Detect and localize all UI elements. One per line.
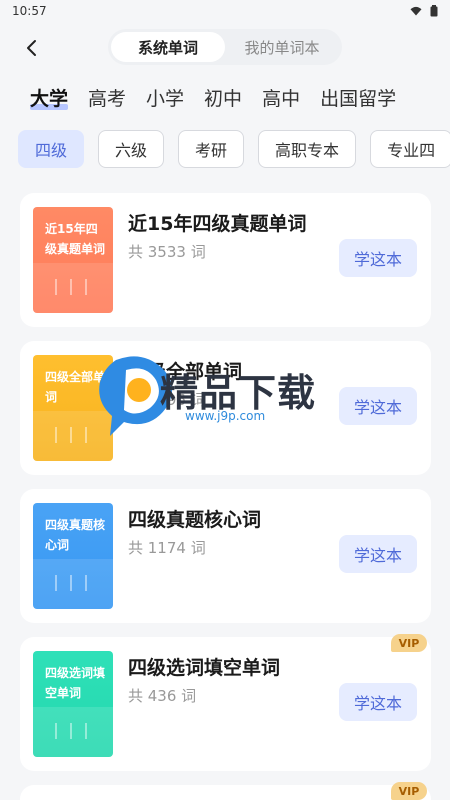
level-tab-junior[interactable]: 初中 [204,84,242,111]
wordbook-count: 共 1174 词 [128,539,206,557]
cover-title: 四级全部单词 [45,370,106,404]
cover-decoration [33,263,113,313]
wordbook-segmented-control: 系统单词 我的单词本 [108,29,342,65]
category-chips: 四级 六级 考研 高职专本 专业四 [18,130,450,168]
status-icons [410,5,438,17]
chip-major[interactable]: 专业四 [370,130,450,168]
wordbook-count: 共 436 词 [128,687,197,705]
learn-this-button[interactable]: 学这本 [339,387,417,425]
chip-postgraduate[interactable]: 考研 [178,130,245,168]
tab-my-wordbooks[interactable]: 我的单词本 [225,32,339,62]
status-bar: 10:57 [0,0,450,22]
wordbook-cover: 近15年四级真题单词 [33,207,113,313]
status-time: 10:57 [12,4,47,18]
cover-decoration [33,559,113,609]
cover-decoration [33,707,113,757]
wordbook-cover: 四级选词填空单词 [33,651,113,757]
chevron-left-icon [27,40,36,56]
chip-cet6[interactable]: 六级 [98,130,165,168]
cover-title: 近15年四级真题单词 [45,222,106,256]
wifi-icon [410,6,422,16]
header: 系统单词 我的单词本 [0,26,450,70]
battery-icon [430,5,438,17]
vip-badge: VIP [391,782,427,800]
wordbook-card[interactable]: VIP 四级选词填空单词 四级选词填空单词 共 436 词 学这本 [20,634,431,771]
back-button[interactable] [18,34,46,62]
level-tab-gaokao[interactable]: 高考 [88,84,126,111]
vip-badge: VIP [391,634,427,652]
level-tab-primary[interactable]: 小学 [146,84,184,111]
wordbook-count: 共 4096 词 [128,391,206,409]
wordbook-title: 四级真题核心词 [128,509,262,531]
wordbook-card[interactable]: VIP [20,782,431,800]
level-tab-university[interactable]: 大学 [30,84,69,111]
wordbook-card[interactable]: 四级全部单词 四级全部单词 共 4096 词 学这本 [20,341,431,475]
wordbook-card[interactable]: 四级真题核心词 四级真题核心词 共 1174 词 学这本 [20,489,431,623]
cover-title: 四级真题核心词 [45,518,106,552]
level-tab-study-abroad[interactable]: 出国留学 [320,84,396,111]
tab-system-words[interactable]: 系统单词 [111,32,225,62]
chip-cet4[interactable]: 四级 [18,130,85,168]
level-tabs: 大学 高考 小学 初中 高中 出国留学 [30,82,416,112]
cover-decoration [33,411,113,461]
wordbook-title: 四级全部单词 [128,361,243,383]
level-tab-senior[interactable]: 高中 [262,84,300,111]
learn-this-button[interactable]: 学这本 [339,683,417,721]
cover-title: 四级选词填空单词 [45,666,106,700]
wordbook-cover: 四级真题核心词 [33,503,113,609]
learn-this-button[interactable]: 学这本 [339,535,417,573]
wordbook-card[interactable]: 近15年四级真题单词 近15年四级真题单词 共 3533 词 学这本 [20,193,431,327]
chip-vocational[interactable]: 高职专本 [258,130,357,168]
wordbook-count: 共 3533 词 [128,243,206,261]
wordbook-cover: 四级全部单词 [33,355,113,461]
learn-this-button[interactable]: 学这本 [339,239,417,277]
wordbook-title: 近15年四级真题单词 [128,213,307,235]
wordbook-title: 四级选词填空单词 [128,657,281,679]
